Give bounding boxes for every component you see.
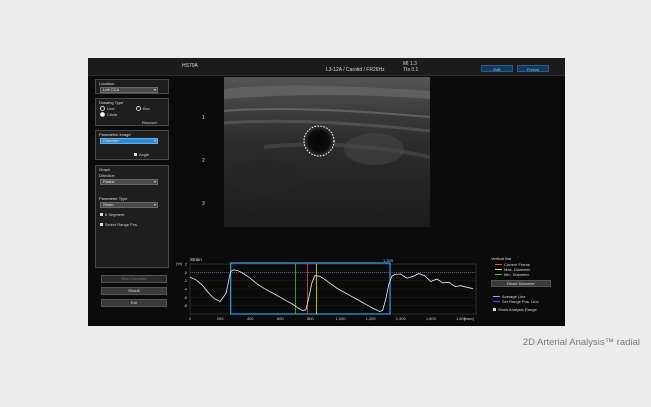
- radio-box[interactable]: Box: [136, 106, 150, 112]
- parametric-image-header: Parametric Image: [99, 132, 131, 137]
- direction-dropdown[interactable]: Radial ▾: [100, 179, 158, 185]
- caption: 2D Arterial Analysis™ radial: [522, 337, 640, 348]
- drawing-type-header: Drawing Type: [99, 100, 124, 105]
- tis-value: TIs 0.1: [403, 67, 419, 73]
- x-tick-label: 800: [307, 316, 314, 321]
- y-tick-label: 2: [185, 262, 188, 267]
- edit-button[interactable]: Edit: [481, 65, 513, 72]
- recover-button[interactable]: Recover: [142, 120, 157, 125]
- system-label: HS70A: [182, 63, 198, 69]
- range-label: 1,329: [383, 258, 394, 263]
- x-tick-label: 1,000: [336, 316, 347, 321]
- x-tick-label: 1,200: [366, 316, 377, 321]
- angle-checkbox[interactable]: Angle: [134, 152, 149, 157]
- location-value: Left CCA: [103, 87, 120, 92]
- graph-box: Graph Direction Radial ▾ Parameter Type …: [95, 165, 169, 268]
- x-tick-label: 200: [217, 316, 224, 321]
- strain-chart: 2 0 -2 -4 -6 -8 0 200 400 600 800 1,000 1,200 1,400 1,…: [176, 257, 477, 321]
- chevron-down-icon: ▾: [153, 138, 156, 143]
- graph-legend: Vertical Bar Current Frame Max. Diameter…: [489, 256, 561, 324]
- parameter-type-dropdown[interactable]: Strain ▾: [100, 202, 158, 208]
- location-box: Location Left CCA ▾: [95, 79, 169, 94]
- radio-line[interactable]: Line: [100, 106, 115, 112]
- show-analysis-range-checkbox[interactable]: Show Analysis Range: [493, 307, 537, 312]
- parametric-image-dropdown[interactable]: Diameter ▾: [100, 138, 158, 144]
- legend-swatch: [495, 269, 502, 271]
- legend-swatch: [495, 264, 502, 266]
- location-dropdown[interactable]: Left CCA ▾: [100, 87, 158, 93]
- checkbox-icon: [100, 213, 103, 217]
- x-tick-label: 400: [247, 316, 254, 321]
- y-tick-label: -8: [183, 303, 187, 308]
- drawing-type-box: Drawing Type Line Box Circle Recover: [95, 98, 169, 126]
- radio-icon: [100, 106, 105, 112]
- checkbox-icon: [493, 308, 496, 312]
- x-tick-label: 0: [189, 316, 192, 321]
- chevron-down-icon: ▾: [153, 202, 156, 207]
- depth-scale: 1 2 3: [200, 76, 214, 246]
- direction-value: Radial: [103, 179, 115, 184]
- freeze-button[interactable]: Freeze: [517, 65, 549, 72]
- ultrasound-view: [224, 77, 430, 227]
- legend-swatch: [495, 274, 502, 276]
- legend-swatch: [493, 296, 500, 298]
- depth-tick: 2: [202, 158, 205, 164]
- legend-range-line: Set Range Pos. Line: [493, 299, 539, 304]
- run-compare-button[interactable]: Run Compare: [101, 275, 167, 283]
- depth-tick: 1: [202, 115, 205, 121]
- x-axis-label: [msec]: [464, 317, 474, 321]
- strain-graph[interactable]: 2 0 -2 -4 -6 -8 0 200 400 600 800 1,000 1,200 1,400 1,…: [176, 254, 482, 324]
- ultrasound-screen: HS70A L3-12A / Carotid / FR26Hz MI 1.3 T…: [88, 58, 565, 326]
- radio-icon: [136, 106, 141, 112]
- legend-min-diameter: Min. Diameter: [495, 272, 529, 277]
- tissue-structure: [344, 133, 404, 165]
- tissue-structure: [228, 159, 300, 195]
- segment-checkbox[interactable]: 6 Segment: [100, 212, 124, 217]
- y-tick-label: -4: [183, 287, 187, 292]
- legend-swatch: [493, 301, 500, 303]
- top-bar: HS70A L3-12A / Carotid / FR26Hz MI 1.3 T…: [88, 58, 565, 76]
- y-tick-label: 0: [185, 270, 188, 275]
- y-axis-label: (%): [176, 261, 183, 266]
- ultrasound-image[interactable]: [224, 77, 430, 227]
- location-header: Location: [99, 81, 115, 86]
- reset-diameter-button[interactable]: Reset Diameter: [491, 280, 551, 287]
- parametric-image-value: Diameter: [103, 138, 120, 143]
- checkbox-icon: [134, 153, 137, 157]
- radio-selected-icon: [100, 112, 105, 118]
- parameter-type-value: Strain: [103, 202, 114, 207]
- chart-title: Strain: [190, 257, 202, 262]
- direction-label: Direction: [99, 173, 115, 178]
- exit-button[interactable]: Exit: [101, 299, 167, 307]
- y-tick-label: -2: [183, 278, 187, 283]
- graph-header: Graph: [99, 167, 111, 172]
- probe-info: L3-12A / Carotid / FR26Hz: [326, 67, 385, 73]
- parametric-image-box: Parametric Image Diameter ▾ Angle: [95, 130, 169, 160]
- x-tick-label: 1,400: [396, 316, 407, 321]
- control-panel: Location Left CCA ▾ Drawing Type Line Bo…: [93, 77, 169, 323]
- y-tick-label: -6: [183, 295, 187, 300]
- x-tick-label: 1,600: [426, 316, 437, 321]
- result-button[interactable]: Result: [101, 287, 167, 295]
- chevron-down-icon: ▾: [153, 179, 156, 184]
- depth-tick: 3: [202, 201, 205, 207]
- x-tick-label: 600: [277, 316, 284, 321]
- checkbox-icon: [100, 223, 103, 227]
- chevron-down-icon: ▾: [153, 87, 156, 92]
- parameter-type-label: Parameter Type: [99, 196, 128, 201]
- legend-title: Vertical Bar: [491, 256, 512, 261]
- select-range-checkbox[interactable]: Select Range Pos.: [100, 222, 138, 227]
- radio-circle[interactable]: Circle: [100, 112, 117, 118]
